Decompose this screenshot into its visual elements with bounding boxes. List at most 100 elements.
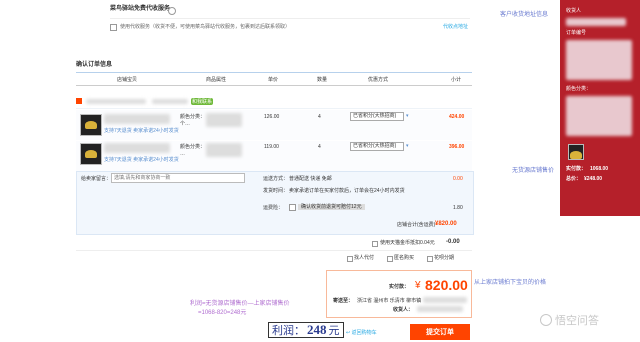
receiver-redacted bbox=[417, 306, 463, 312]
pickup-address-link[interactable]: 代收点地址 bbox=[443, 24, 468, 30]
watermark-logo-icon bbox=[540, 314, 552, 326]
address-redacted bbox=[423, 297, 467, 303]
col-header-attr: 商品属性 bbox=[206, 77, 227, 83]
item-qty[interactable]: 4 bbox=[318, 114, 321, 120]
shop-icon bbox=[76, 98, 82, 104]
annotation-profit-formula: 利润=无货源店铺售价—上家店铺售价 bbox=[190, 301, 290, 307]
shipping-price: 0.00 bbox=[453, 176, 463, 182]
order-detail-panel: 收货人 订单编号 颜色分类： 实付款： 1068.00 总价： ¥248.00 bbox=[560, 0, 640, 216]
annotation-price: 无货源店铺售价 bbox=[512, 168, 555, 174]
discount-select-value: 已省积分(大热招商) bbox=[353, 113, 397, 119]
shop-name-redacted bbox=[86, 99, 146, 104]
panel-receiver-label: 收货人 bbox=[566, 8, 582, 14]
pay-summary-box: 实付款： ¥ 820.00 寄送至： 浙江省 温州市 乐清市 柳市镇 收货人： bbox=[326, 270, 472, 318]
col-header-item: 店铺宝贝 bbox=[117, 77, 138, 83]
back-to-cart-link[interactable]: ↩ 返回购物车 bbox=[346, 330, 377, 336]
item-price: 119.00 bbox=[264, 144, 279, 150]
table-row: 支持7天退货 卖家承诺24小时发货 颜色分类： 个… 126.00 4 已省积分… bbox=[76, 110, 472, 140]
panel-order-label: 订单编号 bbox=[566, 30, 587, 36]
watermark: 悟空问答 bbox=[540, 312, 599, 328]
panel-paid-value: 1068.00 bbox=[590, 166, 609, 172]
insurance-price: 1.80 bbox=[453, 205, 463, 211]
chevron-down-icon[interactable]: ▾ bbox=[406, 143, 409, 149]
item-subtotal: 396.00 bbox=[449, 144, 465, 150]
pay-label: 实付款： bbox=[389, 284, 410, 290]
profit-box: 利润： 248 元 bbox=[268, 322, 344, 338]
message-input[interactable] bbox=[111, 173, 245, 183]
anonymous-checkbox[interactable] bbox=[387, 256, 393, 262]
attr-redacted bbox=[206, 143, 242, 157]
item-qty[interactable]: 4 bbox=[318, 144, 321, 150]
item-price: 126.00 bbox=[264, 114, 280, 120]
divider bbox=[76, 85, 472, 86]
annotation-profit-result: =1068-820=248元 bbox=[198, 310, 247, 316]
shipping-label: 运送方式： bbox=[263, 176, 289, 182]
col-header-qty: 数量 bbox=[317, 77, 328, 83]
col-header-discount: 优惠方式 bbox=[368, 77, 389, 83]
anonymous-label: 匿名购买 bbox=[394, 255, 415, 261]
discount-select-value: 已省积分(大热招商) bbox=[353, 143, 397, 149]
coupon-value: -0.00 bbox=[446, 239, 460, 245]
item-attr-value: 个… bbox=[180, 121, 191, 127]
shipping-value: 普通配送 快递 免邮 bbox=[289, 176, 332, 182]
pickup-checkbox[interactable] bbox=[110, 24, 117, 31]
item-attr-label: 颜色分类： bbox=[180, 114, 206, 120]
panel-product-thumb bbox=[568, 144, 584, 160]
shop-options-block: 给卖家留言： 运送方式： 普通配送 快递 免邮 0.00 发货时间： 卖家承诺订… bbox=[76, 171, 474, 235]
coupon-checkbox[interactable] bbox=[372, 241, 378, 247]
product-thumbnail[interactable] bbox=[80, 143, 102, 165]
item-subtotal: 424.00 bbox=[449, 114, 465, 120]
divider bbox=[110, 18, 470, 19]
help-icon[interactable] bbox=[168, 7, 176, 15]
message-label: 给卖家留言： bbox=[81, 176, 112, 182]
panel-total-label: 总价： bbox=[566, 176, 582, 182]
flower-checkbox[interactable] bbox=[427, 256, 433, 262]
service-note: 支持7天退货 卖家承诺24小时发货 bbox=[104, 128, 179, 134]
ship-time-value: 卖家承诺订单在买家付款后，订单会在24小时内发货 bbox=[289, 188, 405, 194]
pay-value: 820.00 bbox=[425, 277, 468, 293]
insurance-checkbox[interactable] bbox=[289, 204, 296, 211]
pay-currency: ¥ bbox=[415, 280, 421, 291]
item-attr-value: … bbox=[180, 151, 185, 157]
divider bbox=[76, 72, 472, 73]
flower-label: 花呗分期 bbox=[434, 255, 455, 261]
product-title-redacted bbox=[104, 114, 170, 124]
service-note: 支持7天退货 卖家承诺24小时发货 bbox=[104, 157, 179, 163]
product-thumbnail[interactable] bbox=[80, 114, 102, 136]
shop-total-label: 店铺合计(含运费) bbox=[397, 222, 436, 228]
chevron-down-icon[interactable]: ▾ bbox=[406, 113, 409, 119]
profit-unit: 元 bbox=[328, 325, 340, 337]
col-header-price: 单价 bbox=[268, 77, 279, 83]
panel-total-value: ¥248.00 bbox=[584, 176, 603, 182]
shop-total-value: ¥820.00 bbox=[435, 221, 457, 227]
item-attr-label: 颜色分类： bbox=[180, 144, 206, 150]
profit-label: 利润： bbox=[272, 325, 305, 337]
panel-redacted-2 bbox=[566, 40, 632, 80]
insurance-value: 确认收货前退货可赔付12元 bbox=[298, 204, 365, 210]
order-section-title: 确认订单信息 bbox=[76, 62, 113, 68]
col-header-subtotal: 小计 bbox=[451, 77, 462, 83]
product-title-redacted bbox=[104, 143, 170, 153]
divider bbox=[76, 108, 472, 109]
discount-select[interactable]: 已省积分(大热招商) bbox=[350, 142, 404, 151]
profit-value: 248 bbox=[307, 322, 327, 337]
divider bbox=[76, 250, 472, 251]
insurance-label: 运费险： bbox=[263, 205, 284, 211]
table-row: 支持7天退货 卖家承诺24小时发货 颜色分类： … 119.00 4 已省积分(… bbox=[76, 141, 472, 171]
annotation-shop-price: 从上家店铺拍下宝贝的价格 bbox=[474, 280, 547, 286]
watermark-text: 悟空问答 bbox=[555, 315, 599, 327]
other-pay-checkbox[interactable] bbox=[347, 256, 353, 262]
annotation-address: 客户收货地址信息 bbox=[500, 12, 549, 18]
discount-select[interactable]: 已省积分(大热招商) bbox=[350, 112, 404, 121]
panel-redacted bbox=[566, 18, 626, 26]
submit-order-button[interactable]: 提交订单 bbox=[410, 324, 470, 340]
contact-seller-button[interactable]: 和我联系 bbox=[191, 98, 213, 105]
other-pay-label: 找人代付 bbox=[354, 255, 375, 261]
seller-name-redacted bbox=[152, 99, 188, 104]
panel-paid-label: 实付款： bbox=[566, 166, 587, 172]
pickup-title: 菜鸟驿站免费代收服务 bbox=[110, 6, 171, 12]
ship-to-value: 浙江省 温州市 乐清市 柳市镇 bbox=[357, 298, 422, 304]
panel-redacted-3 bbox=[566, 96, 632, 136]
coupon-label: 使用天猫金币抵扣0.04元 bbox=[380, 240, 435, 246]
ship-time-label: 发货时间： bbox=[263, 188, 289, 194]
